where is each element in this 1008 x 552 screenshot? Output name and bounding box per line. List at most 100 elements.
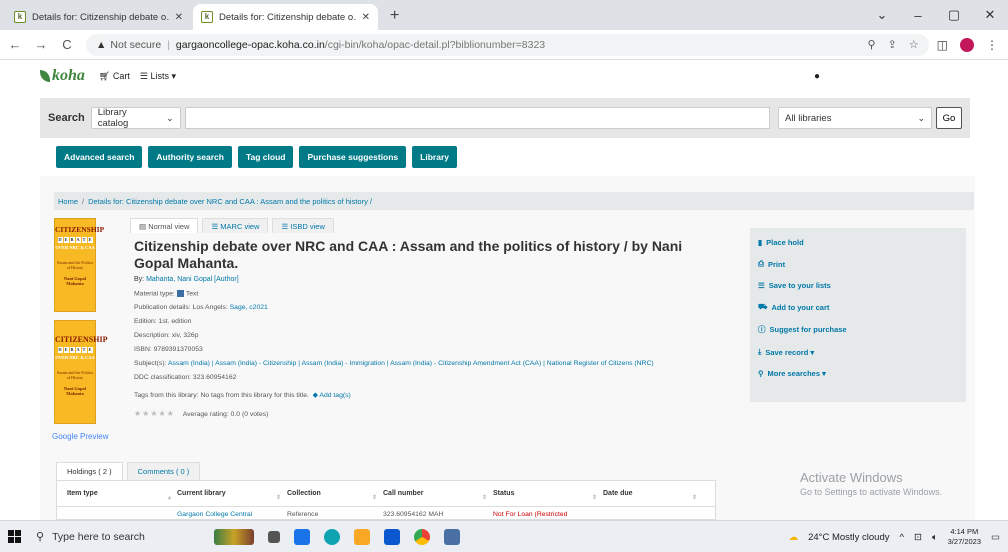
suggest-purchase-link[interactable]: ⓘ Suggest for purchase: [758, 324, 958, 335]
col-item-type[interactable]: Item type ▴: [67, 490, 177, 501]
weather-icon[interactable]: ☁: [789, 532, 799, 543]
author-link[interactable]: Mahanta, Nani Gopal [Author]: [146, 276, 239, 283]
place-hold-link[interactable]: ▮ Place hold: [758, 238, 958, 247]
star-rating[interactable]: ★★★★★: [134, 409, 175, 418]
window-controls: ⌄ – ▢ ✕: [864, 0, 1008, 30]
windows-taskbar: ⚲ Type here to search ☁ 24°C Mostly clou…: [0, 520, 1008, 552]
search-input[interactable]: [184, 107, 770, 129]
tab-title: Details for: Citizenship debate o…: [32, 11, 169, 23]
record-details: Citizenship debate over NRC and CAA : As…: [134, 238, 724, 418]
tray-chevron-icon[interactable]: ^: [900, 532, 904, 543]
start-button[interactable]: [0, 530, 28, 543]
col-collection[interactable]: Collection ⇕: [287, 490, 383, 501]
lists-link[interactable]: ☰ Lists ▾: [140, 71, 176, 82]
mail-icon[interactable]: [294, 528, 310, 545]
app-icon[interactable]: [444, 528, 460, 545]
browser-tab-active[interactable]: k Details for: Citizenship debate o… ✕: [193, 4, 378, 30]
publisher-link[interactable]: Sage, c2021: [230, 304, 268, 311]
koha-favicon-icon: k: [201, 11, 213, 23]
zoom-icon[interactable]: ⚲: [868, 38, 876, 51]
library-select[interactable]: All libraries ⌄: [778, 107, 932, 129]
url-input[interactable]: ▲ Not secure | gargaoncollege-opac.koha.…: [86, 33, 929, 56]
close-window-icon[interactable]: ✕: [972, 7, 1008, 23]
back-icon[interactable]: ←: [4, 37, 26, 52]
profile-avatar[interactable]: [960, 37, 974, 52]
info-icon: ⓘ: [758, 325, 766, 334]
close-tab-icon[interactable]: ✕: [362, 12, 370, 23]
reload-icon[interactable]: C: [56, 37, 78, 52]
cell-status: Not For Loan (Restricted: [493, 510, 568, 518]
sort-icon: ⇕: [275, 495, 281, 501]
taskbar-search-input[interactable]: ⚲ Type here to search: [28, 523, 198, 551]
cart-link[interactable]: 🛒︎ Cart: [99, 71, 130, 82]
clock[interactable]: 4:14 PM 3/27/2023: [948, 527, 981, 547]
minimize-icon[interactable]: –: [900, 8, 936, 23]
col-status[interactable]: Status ⇕: [493, 490, 603, 501]
authority-search-button[interactable]: Authority search: [148, 146, 232, 168]
maximize-icon[interactable]: ▢: [936, 7, 972, 23]
col-call-number[interactable]: Call number ⇕: [383, 490, 493, 501]
notifications-icon[interactable]: ▭: [991, 532, 1000, 543]
holdings-tabs: Holdings ( 2 ) Comments ( 0 ): [56, 462, 201, 480]
library-button[interactable]: Library: [412, 146, 457, 168]
chevron-down-icon: ⌄: [166, 112, 174, 123]
user-icon[interactable]: ●: [814, 71, 820, 82]
new-tab-button[interactable]: +: [380, 4, 409, 30]
tab-isbd-view[interactable]: ☰ ISBD view: [272, 218, 334, 233]
sidepanel-icon[interactable]: ◫: [937, 38, 948, 52]
advanced-search-button[interactable]: Advanced search: [56, 146, 143, 168]
breadcrumb-current[interactable]: Details for: Citizenship debate over NRC…: [88, 197, 372, 206]
google-preview-icon[interactable]: Google Preview: [52, 432, 108, 441]
tab-normal-view[interactable]: ▤ Normal view: [130, 218, 199, 233]
col-date-due[interactable]: Date due ⇕: [603, 490, 703, 501]
save-to-lists-link[interactable]: ☰ Save to your lists: [758, 281, 958, 290]
tab-title: Details for: Citizenship debate o…: [219, 11, 356, 23]
tab-marc-view[interactable]: ☰ MARC view: [202, 218, 269, 233]
tab-search-icon[interactable]: ⌄: [864, 7, 900, 23]
purchase-suggestions-button[interactable]: Purchase suggestions: [299, 146, 407, 168]
add-to-cart-link[interactable]: ⛟ Add to your cart: [758, 302, 958, 312]
menu-icon[interactable]: ⋮: [986, 38, 998, 52]
print-link[interactable]: ⎙ Print: [758, 259, 958, 269]
tag-cloud-button[interactable]: Tag cloud: [237, 146, 294, 168]
koha-logo[interactable]: koha: [40, 67, 85, 85]
windows-icon: [7, 530, 21, 543]
sort-icon: ⇕: [481, 495, 487, 501]
close-tab-icon[interactable]: ✕: [175, 12, 183, 23]
task-view-icon[interactable]: [268, 530, 280, 543]
list-icon: ☰: [281, 221, 289, 231]
book-cover-image-large[interactable]: CITIZENSHIP DEBATE OVER NRC & CAA Assam …: [54, 320, 107, 424]
chrome-icon[interactable]: [414, 528, 430, 545]
save-record-dropdown[interactable]: ⤓ Save record ▾: [758, 347, 958, 357]
subject-links[interactable]: Assam (India) | Assam (India) - Citizens…: [168, 360, 654, 367]
cell-current-library[interactable]: Gargaon College Central: [177, 511, 287, 518]
browser-tab[interactable]: k Details for: Citizenship debate o… ✕: [6, 4, 191, 30]
forward-icon[interactable]: →: [30, 37, 52, 52]
breadcrumb-home[interactable]: Home: [58, 197, 78, 206]
col-current-library[interactable]: Current library ⇕: [177, 490, 287, 501]
record-actions-sidebar: ▮ Place hold ⎙ Print ☰ Save to your lists ⛟…: [750, 228, 966, 402]
tab-comments[interactable]: Comments ( 0 ): [126, 462, 201, 480]
store-icon[interactable]: [384, 528, 400, 545]
more-searches-dropdown[interactable]: ⚲ More searches ▾: [758, 369, 958, 378]
share-icon[interactable]: ⇪: [888, 38, 897, 51]
weather-text[interactable]: 24°C Mostly cloudy: [808, 532, 889, 543]
news-widget-icon[interactable]: [214, 528, 254, 545]
add-tag-link[interactable]: ◆ Add tag(s): [313, 392, 351, 399]
edge-icon[interactable]: [324, 528, 340, 545]
speaker-icon[interactable]: 🔈︎: [932, 532, 938, 543]
book-cover-image[interactable]: CITIZENSHIP DEBATE OVER NRC & CAA Assam …: [54, 218, 104, 312]
tab-holdings[interactable]: Holdings ( 2 ): [56, 462, 123, 480]
go-button[interactable]: Go: [936, 107, 962, 129]
document-icon: ▤: [139, 221, 147, 231]
file-explorer-icon[interactable]: [354, 528, 370, 545]
bookmark-icon: ▮: [758, 238, 763, 247]
action-buttons: Advanced search Authority search Tag clo…: [56, 146, 457, 168]
cart-icon: 🛒︎: [98, 70, 111, 81]
search-type-select[interactable]: Library catalog ⌄: [90, 107, 181, 129]
koha-favicon-icon: k: [14, 11, 26, 23]
bookmark-star-icon[interactable]: ☆: [909, 38, 919, 51]
network-icon[interactable]: ⊡: [914, 532, 922, 543]
warning-icon[interactable]: ▲: [96, 39, 106, 51]
print-icon: ⎙: [758, 259, 764, 268]
